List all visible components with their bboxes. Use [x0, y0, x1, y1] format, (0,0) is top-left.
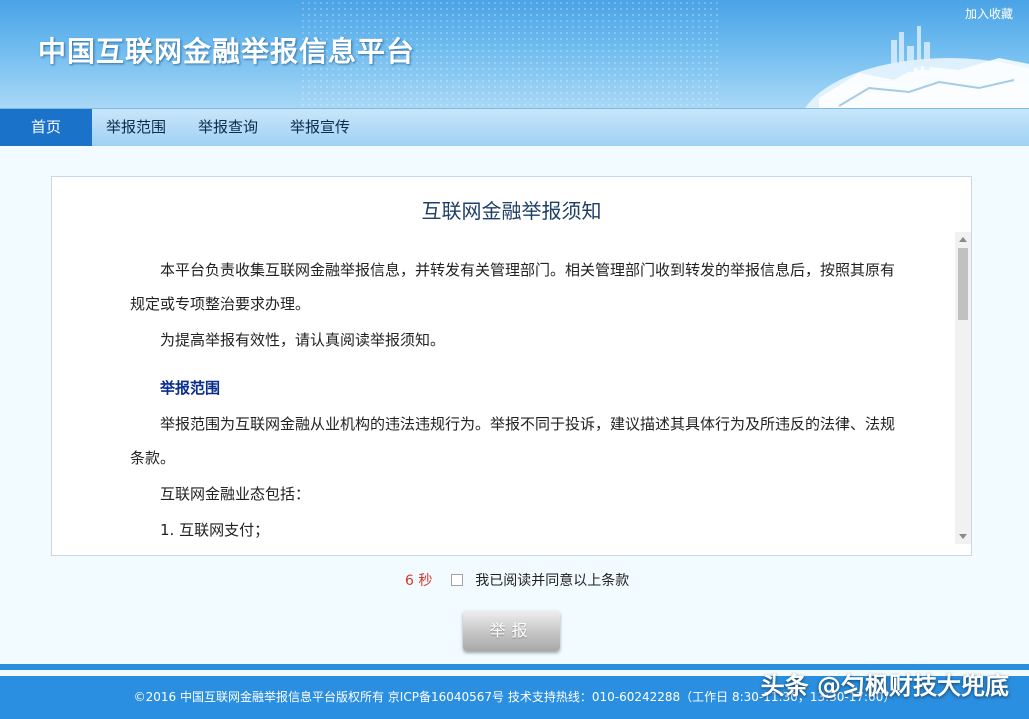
- site-title: 中国互联网金融举报信息平台: [38, 35, 416, 68]
- notice-paragraph: 为提高举报有效性，请认真阅读举报须知。: [160, 331, 446, 349]
- notice-panel: 互联网金融举报须知 本平台负责收集互联网金融举报信息，并转发有关管理部门。相关管…: [51, 176, 972, 556]
- agreement-row: 6 秒 我已阅读并同意以上条款: [405, 571, 629, 591]
- notice-paragraph: 互联网金融业态包括：: [160, 485, 311, 503]
- notice-content[interactable]: 本平台负责收集互联网金融举报信息，并转发有关管理部门。相关管理部门收到转发的举报…: [130, 253, 900, 549]
- notice-paragraph: 举报范围为互联网金融从业机构的违法违规行为。举报不同于投诉，建议描述其具体行为及…: [130, 415, 896, 467]
- notice-scrollbar[interactable]: [955, 232, 971, 544]
- site-header: 中国互联网金融举报信息平台 加入收藏: [0, 0, 1029, 108]
- notice-list-item: 1. 互联网支付；: [160, 521, 270, 539]
- scrollbar-thumb[interactable]: [958, 248, 968, 320]
- nav-home[interactable]: 首页: [0, 109, 92, 146]
- nav-report-scope[interactable]: 举报范围: [106, 109, 166, 146]
- scroll-down-arrow-icon[interactable]: [959, 534, 967, 539]
- nav-report-query[interactable]: 举报查询: [198, 109, 258, 146]
- notice-title: 互联网金融举报须知: [421, 199, 602, 223]
- report-button[interactable]: 举报: [463, 610, 560, 651]
- section-heading-scope: 举报范围: [160, 379, 221, 397]
- main-nav: 首页 举报范围 举报查询 举报宣传: [0, 108, 1029, 146]
- globe-skyline-icon: [805, 26, 1029, 108]
- agree-checkbox[interactable]: [450, 574, 463, 586]
- agree-label[interactable]: 我已阅读并同意以上条款: [475, 573, 629, 589]
- nav-report-publicity[interactable]: 举报宣传: [290, 109, 350, 146]
- countdown-timer: 6 秒: [405, 573, 433, 589]
- scroll-up-arrow-icon[interactable]: [959, 237, 967, 242]
- watermark: 头条 @匀枫财技大兜底: [760, 672, 1009, 700]
- notice-paragraph: 本平台负责收集互联网金融举报信息，并转发有关管理部门。相关管理部门收到转发的举报…: [130, 261, 896, 313]
